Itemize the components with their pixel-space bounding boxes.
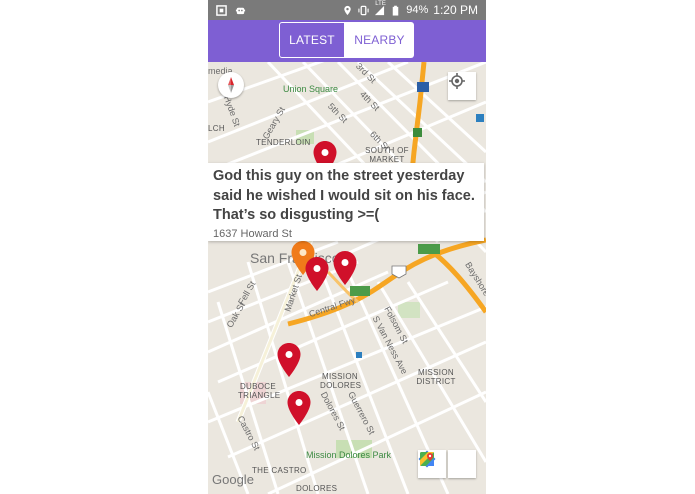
map-label-the-castro: THE CASTRO — [252, 466, 307, 475]
map-pin[interactable] — [332, 250, 358, 286]
map-label-mission-district: MISSION DISTRICT — [416, 368, 456, 386]
post-message: God this guy on the street yesterday sai… — [213, 168, 475, 223]
battery-percent: 94% — [406, 4, 429, 16]
map-pin[interactable] — [304, 256, 330, 292]
map-label-south-of-market: SOUTH OF MARKET — [365, 146, 409, 164]
map-label-tenderloin: TENDERLOIN — [256, 138, 311, 147]
map-label-union-square: Union Square — [283, 84, 339, 94]
network-type: LTE — [375, 0, 386, 7]
map-label-mission-dolores-park: Mission Dolores Park — [306, 450, 392, 460]
map-toolbar — [418, 450, 476, 478]
screenshot-icon — [216, 4, 227, 16]
my-location-button[interactable] — [448, 72, 476, 100]
open-in-maps-button[interactable] — [420, 450, 476, 478]
compass-button[interactable] — [218, 72, 244, 98]
map-label-mission-dolores: MISSION DOLORES — [320, 372, 362, 390]
google-maps-icon — [420, 452, 434, 466]
top-app-bar: LATEST NEARBY — [208, 20, 486, 62]
my-location-icon — [449, 73, 465, 89]
battery-icon — [393, 5, 399, 16]
post-info-card[interactable]: God this guy on the street yesterday sai… — [208, 163, 484, 241]
tab-nearby[interactable]: NEARBY — [345, 22, 414, 58]
status-bar: LTE 94% 1:20 PM — [208, 0, 486, 20]
map-view[interactable]: Hyde St Geary St Union Square media LCH … — [208, 61, 486, 494]
tab-latest[interactable]: LATEST — [279, 22, 345, 58]
phone-screen: LTE 94% 1:20 PM LATEST NEARBY Hyde St Ge… — [208, 0, 486, 494]
post-address: 1637 Howard St — [213, 227, 292, 240]
location-icon — [344, 5, 351, 15]
vibrate-icon — [358, 5, 369, 15]
map-label-duboce-triangle: DUBOCE TRIANGLE — [238, 382, 281, 400]
android-debug-icon — [235, 7, 246, 14]
map-pin[interactable] — [286, 390, 312, 426]
clock: 1:20 PM — [433, 3, 478, 17]
map-label-lch: LCH — [208, 124, 225, 133]
feed-tabs: LATEST NEARBY — [279, 22, 414, 58]
google-attribution: Google — [212, 472, 254, 487]
map-label-dolores: DOLORES — [296, 484, 338, 493]
compass-icon — [228, 77, 234, 93]
map-pin[interactable] — [276, 342, 302, 378]
